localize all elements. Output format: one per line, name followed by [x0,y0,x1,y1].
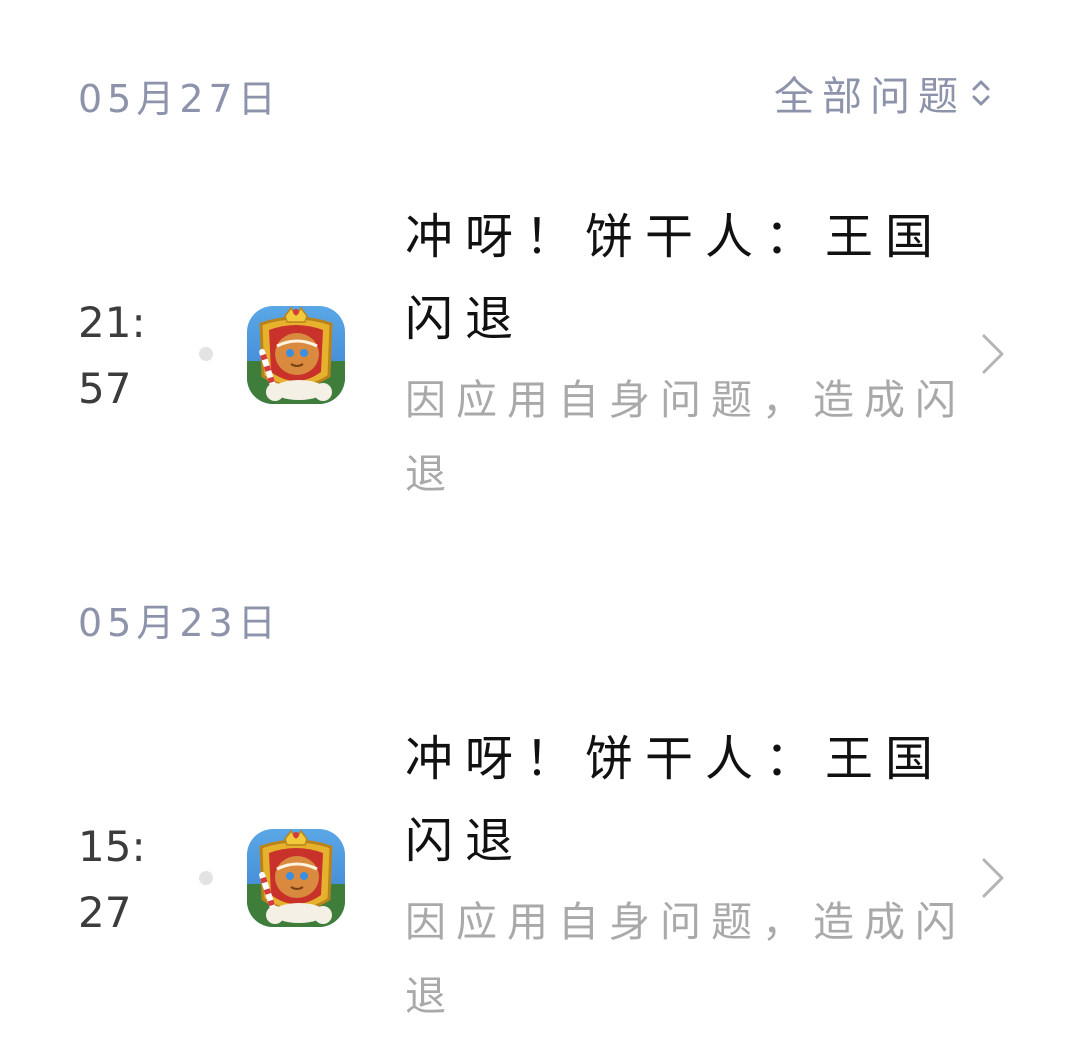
app-name: 冲呀！饼干人：王国闪退 [405,209,946,347]
app-name: 冲呀！饼干人：王国闪退 [405,731,946,869]
date-header: 05月23日 [78,601,281,645]
timeline-dot [199,871,213,885]
crash-record-item[interactable]: 15: 27 冲呀！饼干人：王国闪退 因应用自身问题，造成闪退 [0,718,1080,1040]
timeline-dot [199,347,213,361]
chevron-right-icon [982,858,1004,898]
crash-description: 因应用自身问题，造成闪退 [405,376,966,498]
cookie-run-kingdom-app-icon [247,306,345,404]
crash-description: 因应用自身问题，造成闪退 [405,898,966,1020]
record-time: 21: 57 [78,298,146,413]
sort-chevrons-icon [972,80,990,106]
crash-history-page: 05月27日 全部问题 21: 57 冲呀！饼干人：王国闪退 因应用自身问题，造… [0,0,1080,1040]
date-header: 05月27日 [78,77,281,121]
filter-dropdown[interactable]: 全部问题 [774,64,994,122]
chevron-right-icon [982,334,1004,374]
filter-label: 全部问题 [774,74,966,120]
crash-record-item[interactable]: 21: 57 冲呀！饼干人：王国闪退 因应用自身问题，造成闪退 [0,196,1080,526]
record-time: 15: 27 [78,822,146,937]
cookie-run-kingdom-app-icon [247,829,345,927]
